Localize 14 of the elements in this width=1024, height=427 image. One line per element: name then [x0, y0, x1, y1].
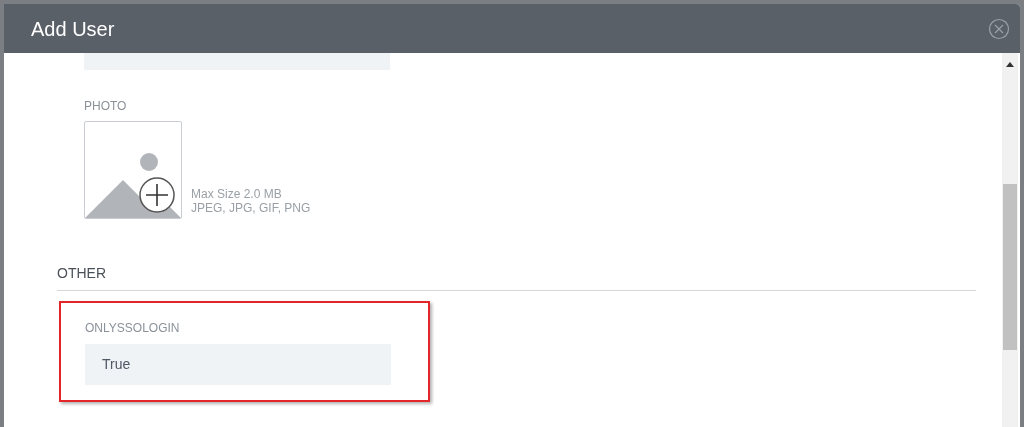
close-icon: [988, 17, 1010, 40]
close-button[interactable]: [988, 17, 1010, 40]
section-title: OTHER: [57, 263, 976, 291]
upload-hint: Max Size 2.0 MB: [191, 187, 283, 201]
scrollbar-thumb[interactable]: [1003, 184, 1017, 350]
input-field[interactable]: [84, 53, 390, 70]
scroll-up-icon[interactable]: [1006, 62, 1014, 67]
upload-hint: JPEG, JPG, GIF, PNG: [191, 201, 311, 215]
photo-upload-button[interactable]: [84, 121, 182, 219]
scrollbar[interactable]: [1002, 53, 1018, 427]
field-label: ONLYSSOLOGIN: [85, 320, 181, 337]
field-label: PHOTO: [84, 98, 128, 115]
input-field[interactable]: True: [85, 344, 391, 385]
dialog-title: Add User: [31, 16, 115, 42]
